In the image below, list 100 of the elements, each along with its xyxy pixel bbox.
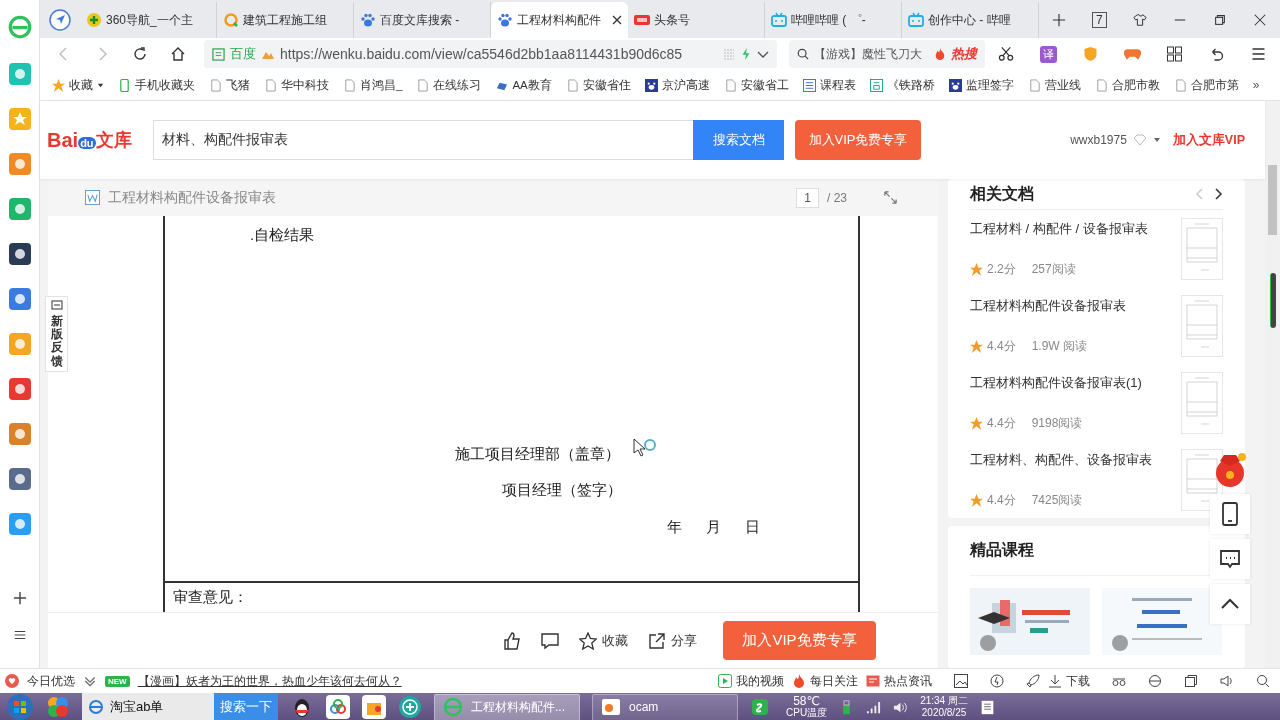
- menu-icon[interactable]: [1250, 46, 1268, 62]
- bookmark[interactable]: 在线练习: [416, 77, 482, 93]
- download-button[interactable]: 下载: [1048, 672, 1090, 690]
- signal-icon[interactable]: [866, 699, 882, 715]
- page-number-field[interactable]: 1: [796, 187, 819, 208]
- vip-link[interactable]: 加入文库VIP: [1172, 131, 1245, 149]
- share-button[interactable]: 分享: [648, 631, 697, 650]
- document-text: 施工项目经理部（盖章）: [455, 445, 620, 464]
- browser-tab[interactable]: 创作中心 - 哔哩: [902, 2, 1039, 38]
- document-link[interactable]: 工程材料 / 构配件 / 设备报审表: [970, 219, 1148, 238]
- document-link[interactable]: 工程材料、构配件、设备报审表: [970, 450, 1152, 469]
- home-icon[interactable]: [170, 46, 186, 62]
- page-icon: [209, 78, 222, 92]
- chevron-down-icon[interactable]: [83, 674, 97, 688]
- comment-icon[interactable]: [541, 631, 559, 650]
- status-button[interactable]: 热点资讯: [866, 672, 932, 690]
- ring-icon: [223, 12, 239, 28]
- close-icon[interactable]: [1252, 13, 1267, 27]
- address-bar[interactable]: 百度 https://wenku.baidu.com/view/ca5546d2bb1aa8114431b90d6c85: [204, 40, 777, 68]
- gamepad-icon[interactable]: [1124, 46, 1141, 62]
- taskbar-window[interactable]: ocam: [592, 693, 738, 720]
- app-icon[interactable]: [8, 468, 31, 490]
- browser-tab[interactable]: 工程材料构配件: [491, 2, 628, 38]
- bookmark[interactable]: 安徽省住: [565, 77, 631, 93]
- news-link[interactable]: 【漫画】妖者为王的世界，热血少年该何去何从？: [137, 672, 402, 690]
- bookmark[interactable]: 华中科技: [264, 77, 329, 93]
- grid-icon[interactable]: [1166, 46, 1184, 62]
- browser-icon: [443, 697, 463, 717]
- certificate-icon: [212, 47, 225, 61]
- browser-tab[interactable]: 360导航_一个主: [80, 2, 217, 38]
- app-icon[interactable]: [8, 243, 31, 265]
- favorite-button[interactable]: 收藏: [579, 631, 628, 650]
- status-button[interactable]: 每日关注: [792, 672, 858, 690]
- plus-circle-icon[interactable]: [398, 695, 422, 719]
- bookmark[interactable]: AA教育: [495, 77, 552, 93]
- bookmark[interactable]: 《铁路桥: [869, 77, 935, 93]
- search-field[interactable]: 淘宝ab单: [82, 693, 214, 720]
- thumbs-up-icon[interactable]: [503, 631, 521, 650]
- plus-icon[interactable]: [12, 591, 27, 605]
- play-icon: [718, 674, 732, 688]
- document-link[interactable]: 工程材料构配件设备报审表: [970, 296, 1126, 315]
- page-icon: [264, 78, 277, 92]
- translate-button[interactable]: 译: [1039, 45, 1057, 63]
- close-icon[interactable]: [612, 15, 622, 25]
- document-thumbnail[interactable]: [1181, 371, 1223, 434]
- scrollbar[interactable]: [1265, 101, 1280, 668]
- speed-icon[interactable]: [990, 674, 1004, 688]
- speaker-icon[interactable]: [1220, 674, 1234, 688]
- bookmark[interactable]: 手机收藏夹: [118, 77, 195, 93]
- new-tab-icon[interactable]: [1052, 13, 1066, 27]
- more-bookmarks-button[interactable]: »: [1252, 78, 1260, 92]
- username[interactable]: wwxb1975: [1070, 133, 1127, 147]
- browser-tab[interactable]: 建筑工程施工组: [217, 2, 354, 38]
- navigation-icon[interactable]: [48, 8, 72, 32]
- document-link[interactable]: 工程材料构配件设备报审表(1): [970, 373, 1142, 392]
- image-icon[interactable]: [954, 674, 968, 688]
- scissors-icon[interactable]: [997, 46, 1015, 62]
- site-logo[interactable]: Bai du 文库: [47, 128, 147, 152]
- list-icon[interactable]: [12, 628, 27, 642]
- search-icon[interactable]: [1256, 674, 1270, 688]
- restore-icon[interactable]: [1212, 13, 1227, 27]
- bookmark[interactable]: 收藏: [52, 77, 93, 93]
- browser-tab[interactable]: 头条号: [628, 2, 765, 38]
- bookmark[interactable]: 合肥市教: [1094, 77, 1160, 93]
- phone-icon[interactable]: [1210, 494, 1250, 534]
- rocket-icon[interactable]: [1026, 674, 1040, 688]
- search-button[interactable]: 搜索文档: [693, 120, 784, 160]
- document-text: 项目经理（签字）: [502, 481, 622, 500]
- status-button[interactable]: 我的视频: [718, 672, 784, 690]
- status-link[interactable]: 今日优选: [27, 672, 75, 690]
- start-button[interactable]: [6, 693, 34, 720]
- notification-icon[interactable]: [979, 699, 995, 715]
- chevron-right-icon[interactable]: [1213, 188, 1223, 200]
- search-field[interactable]: 材料、构配件报审表: [153, 120, 693, 160]
- bookmark[interactable]: 飞猪: [209, 77, 250, 93]
- document-thumbnail[interactable]: [1181, 294, 1223, 357]
- browser-tab[interactable]: 哔哩哔哩 ( ゜-: [765, 2, 902, 38]
- caret-icon[interactable]: [97, 81, 104, 89]
- search-field[interactable]: 【游戏】魔性飞刀大 热搜: [789, 40, 985, 68]
- bookmark[interactable]: 安徽省工: [723, 77, 789, 93]
- word-file-icon: [85, 190, 100, 205]
- expand-icon[interactable]: [883, 190, 898, 205]
- browser-icon[interactable]: [1148, 674, 1162, 688]
- window-icon[interactable]: [1184, 674, 1198, 688]
- flame-icon: [934, 48, 946, 60]
- feedback-button[interactable]: 新版反馈: [45, 296, 68, 372]
- reload-icon[interactable]: [132, 46, 148, 62]
- paw-icon: [948, 78, 962, 92]
- document-thumbnail[interactable]: [1181, 217, 1223, 280]
- bookmark[interactable]: 监理签字: [948, 77, 1014, 93]
- bookmark[interactable]: 营业线: [1027, 77, 1081, 93]
- caret-icon[interactable]: [1152, 136, 1161, 144]
- bookmark[interactable]: 课程表: [802, 77, 856, 93]
- bookmark[interactable]: 肖鸿昌_: [343, 77, 403, 93]
- shirt-icon[interactable]: [1132, 13, 1147, 27]
- bookmark[interactable]: 京沪高速: [644, 77, 710, 93]
- tab-count[interactable]: 7: [1092, 12, 1107, 28]
- back-to-top-icon[interactable]: [1210, 584, 1250, 624]
- bookmark[interactable]: 合肥市第: [1173, 77, 1239, 93]
- chat-icon[interactable]: [1210, 539, 1250, 579]
